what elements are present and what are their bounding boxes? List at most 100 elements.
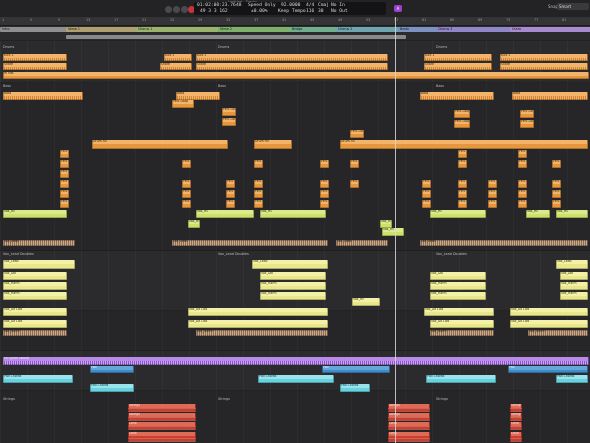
region-vox-lead[interactable]: Vox_Lead (252, 260, 328, 269)
region-perc[interactable]: Perc Loop (320, 200, 329, 208)
region-perc[interactable]: Perc Loop (458, 180, 467, 188)
region-strings[interactable]: Strings (128, 404, 196, 412)
region-pad-cyan[interactable]: Pad Chords (90, 384, 134, 392)
lcd-display[interactable]: 01:02:08:23.76 49 3 3 162 48 Speed Only … (194, 2, 386, 15)
region-perc[interactable]: Perc Loop (60, 150, 69, 158)
region-perc[interactable]: Perc Loop (226, 180, 235, 188)
playhead[interactable] (395, 17, 396, 443)
region-vox-harm[interactable]: Vox_Harm (3, 282, 67, 290)
snap-select[interactable]: Smart (557, 3, 589, 10)
region-vox-lead[interactable]: Vox_Lead (556, 260, 588, 269)
region-perc[interactable]: Perc Loop (350, 180, 359, 188)
bar-ruler[interactable]: 1 5 9 13 17 21 25 29 33 37 41 45 49 53 57 61 65 69 73 77 81 (0, 17, 590, 26)
region-perc[interactable]: Perc Loop (320, 160, 329, 168)
region-vox-fx[interactable]: Vox_Hc (526, 210, 550, 218)
region-vox-fx[interactable]: Vox_Hc (430, 210, 486, 218)
region-kick[interactable]: Kick 1 (500, 54, 588, 61)
stop-button[interactable] (181, 6, 188, 13)
region-vox-fx[interactable]: Vox_Hc (196, 210, 254, 218)
region-snare[interactable]: Snare (3, 63, 67, 70)
region-vox-harm[interactable]: Vox_Harm (528, 330, 588, 336)
region-perc[interactable]: Perc Loop (552, 200, 561, 208)
region-vox-fx[interactable]: Vox_Hc (352, 298, 380, 306)
region-vox-adlib[interactable]: Vox_Ad Libs (188, 308, 328, 316)
region-perc[interactable]: Perc Loop (320, 190, 329, 198)
region-perc[interactable]: Perc Loop (422, 180, 431, 188)
region-vox-fx[interactable]: Vox_Hc (188, 220, 200, 228)
region-perc[interactable]: Perc Loop (518, 160, 527, 168)
region-vox-fx[interactable]: Vox_Hc (382, 228, 404, 236)
region-perc[interactable]: Perc Loop (254, 190, 263, 198)
region-vox-lead[interactable]: Vox_Lead (3, 260, 75, 269)
marker[interactable]: Break (398, 27, 437, 32)
region-perc[interactable]: Perc Loop (254, 160, 263, 168)
region-perc[interactable]: Perc Loop (182, 190, 191, 198)
region-perc[interactable]: Perc Loop (350, 160, 359, 168)
region-pad-blue[interactable]: Pad (322, 366, 390, 373)
marker[interactable]: Chorus 2 (336, 27, 399, 32)
region-strings[interactable]: Strings (510, 404, 522, 412)
region-vox-harm[interactable]: Vox_Harm (430, 292, 486, 300)
rewind-button[interactable] (165, 6, 172, 13)
region-kick[interactable]: Kick 1 (3, 54, 67, 61)
region-vox-harm[interactable]: Vox_Harm (3, 330, 67, 336)
region-vox-harm[interactable]: Vox_Harm (560, 292, 588, 300)
region-perc[interactable]: Perc Loop (488, 200, 497, 208)
marker[interactable]: Bridge (290, 27, 337, 32)
region-pad-cyan[interactable]: Pad Chords (426, 375, 496, 383)
region-perc[interactable]: Perc Loop (350, 130, 364, 138)
region-vox-harm[interactable]: Vox_Harm (196, 330, 328, 336)
cycle-range[interactable] (66, 35, 406, 39)
track-lane[interactable] (0, 82, 590, 251)
region-vox-lead[interactable]: Vox_Lead (420, 240, 588, 246)
region-vox-fx[interactable]: Vox_Hc (556, 210, 588, 218)
region-pad-cyan[interactable]: Pad Chords (340, 384, 370, 392)
region-perc[interactable]: Perc Loop (222, 108, 236, 116)
region-vox-harm[interactable]: Vox_Harm (430, 282, 486, 290)
region-pad-cyan[interactable]: Pad Chords (3, 375, 73, 383)
region-vox-adlib[interactable]: Vox_Ad Libs (424, 308, 494, 316)
region-perc[interactable]: Perc Loop (552, 180, 561, 188)
region-vox-harm[interactable]: Vox_Harm (3, 292, 67, 300)
region-strings-lo[interactable]: Cello (510, 432, 522, 442)
region-snare[interactable]: Snare (424, 63, 492, 70)
region-perc[interactable]: Perc Loop (518, 150, 527, 158)
region-perc[interactable]: Perc Loop (182, 180, 191, 188)
region-vox-dbl[interactable]: Vox_Dbl (3, 272, 67, 280)
region-perc[interactable]: Perc Loop (172, 100, 194, 108)
region-perc[interactable]: Perc Loop (518, 180, 527, 188)
region-pad-blue[interactable]: Pad (508, 366, 588, 373)
arrange-area[interactable]: Drums Drums Drums Bass Bass Bass Vox_Lea… (0, 40, 590, 443)
marker-track[interactable]: Intro Verse 1 Chorus 1 Verse 2 Bridge Chorus … (0, 26, 590, 34)
region-perc[interactable]: Perc Loop (488, 180, 497, 188)
region-perc[interactable]: Perc Loop (458, 160, 467, 168)
track-lane[interactable] (0, 390, 590, 443)
region-vox-harm[interactable]: Vox_Harm (260, 282, 326, 290)
region-perc[interactable]: Perc Loop (182, 160, 191, 168)
region-perc[interactable]: Perc Loop (552, 160, 561, 168)
region-vox-fx[interactable]: Vox_Hc (260, 210, 326, 218)
region-perc[interactable]: Perc Loop (60, 160, 69, 168)
region-kick[interactable]: Kick 1 (196, 54, 388, 61)
region-perc[interactable]: Perc Loop (60, 180, 69, 188)
region-drum-fill[interactable]: Drum Fill (254, 140, 292, 149)
region-vox-harm[interactable]: Vox_Harm (260, 292, 326, 300)
region-perc[interactable]: Perc Loop (520, 120, 534, 128)
region-strings-lo[interactable]: Cello (510, 422, 522, 430)
region-drum-fill[interactable]: Drum Fill (92, 140, 228, 149)
region-vox-fx[interactable]: Vox_Hc (3, 210, 67, 218)
region-vox-fx[interactable]: Vox_Hc (380, 220, 392, 228)
region-kick[interactable]: Kick 1 (164, 54, 192, 61)
region-pad-cyan[interactable]: Pad Chords (556, 375, 588, 383)
region-vox-adlib[interactable]: Vox_Ad Libs (430, 320, 494, 328)
region-perc[interactable]: Perc Loop (518, 200, 527, 208)
region-perc[interactable]: Perc Loop (422, 200, 431, 208)
region-vox-harm[interactable]: Vox_Harm (560, 282, 588, 290)
region-vox-adlib[interactable]: Vox_Ad Libs (510, 320, 588, 328)
region-perc[interactable]: Perc Loop (222, 118, 236, 126)
region-perc[interactable]: Perc Loop (320, 180, 329, 188)
region-vox-lead[interactable]: Vox_Lead (336, 240, 388, 246)
region-kick[interactable]: Kick 1 (424, 54, 492, 61)
region-fx-purple[interactable]: FX Synth Sweep (3, 357, 589, 365)
region-vox-dbl[interactable]: Vox_Dbl (560, 272, 588, 280)
